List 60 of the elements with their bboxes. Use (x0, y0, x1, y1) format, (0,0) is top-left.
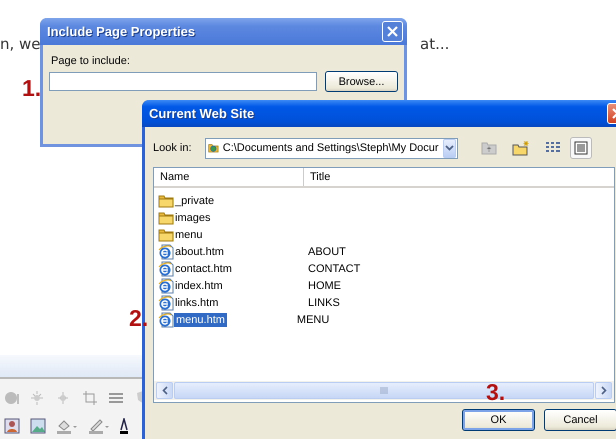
step-number: 3. (486, 379, 506, 406)
file-name[interactable]: about.htm (174, 246, 308, 258)
file-title: ABOUT (308, 246, 346, 258)
page-field[interactable] (49, 72, 317, 91)
file-name[interactable]: images (174, 212, 308, 224)
crop-icon (82, 390, 98, 406)
chevron-left-icon (162, 386, 168, 395)
web-page-icon (158, 260, 174, 276)
chevron-down-icon (444, 145, 454, 151)
fill-color-icon (56, 418, 78, 434)
horizontal-scrollbar[interactable] (154, 381, 614, 400)
column-header[interactable]: Name (154, 168, 304, 186)
grip-icon (380, 387, 388, 394)
file-title: LINKS (308, 296, 340, 308)
scroll-right-button[interactable] (595, 382, 612, 399)
scroll-left-button[interactable] (156, 382, 173, 399)
close-icon (387, 26, 398, 37)
close-button[interactable] (382, 21, 403, 42)
line-style-icon (108, 390, 124, 406)
up-folder-icon (481, 141, 497, 155)
person-picture-icon (4, 418, 20, 434)
picture-icon (30, 418, 46, 434)
web-page-icon (158, 312, 174, 328)
line-color-icon (88, 418, 110, 434)
file-title: HOME (308, 280, 341, 292)
window-title: Current Web Site (149, 106, 254, 121)
web-page-icon (158, 294, 174, 310)
window-title: Include Page Properties (47, 24, 196, 39)
document-text: at... (420, 35, 450, 53)
file-name[interactable]: menu.htm (174, 312, 227, 326)
chevron-right-icon (600, 386, 606, 395)
file-name[interactable]: index.htm (174, 280, 308, 292)
browse-button[interactable]: Browse... (325, 71, 398, 92)
web-page-icon (158, 278, 174, 294)
scroll-thumb[interactable] (174, 382, 594, 399)
file-name[interactable]: _private (174, 194, 308, 206)
file-title: MENU (296, 314, 330, 326)
font-color-icon (120, 418, 128, 434)
look-in-label: Look in: (153, 142, 193, 154)
cancel-button[interactable]: Cancel (544, 409, 616, 431)
file-name[interactable]: links.htm (174, 296, 308, 308)
column-header[interactable]: Title (304, 168, 614, 186)
file-name[interactable]: menu (174, 228, 308, 240)
folder-icon (158, 226, 174, 242)
details-view-icon (574, 141, 588, 155)
step-number: 1. (22, 75, 42, 102)
shading-icon (4, 390, 20, 406)
file-title: CONTACT (308, 262, 360, 274)
look-in-dropdown[interactable]: C:\Documents and Settings\Steph\My Docur (205, 138, 458, 158)
folder-icon (158, 210, 174, 226)
web-page-icon (158, 244, 174, 260)
dropdown-arrow-button[interactable] (442, 138, 456, 158)
brightness-up-icon (30, 390, 46, 406)
new-folder-icon (512, 140, 530, 156)
document-text: n, we (0, 35, 41, 53)
ok-button[interactable]: OK (462, 409, 535, 431)
details-view-button[interactable] (570, 137, 592, 159)
field-label: Page to include: (51, 55, 131, 67)
folder-icon (158, 192, 174, 208)
file-name[interactable]: contact.htm (174, 262, 308, 274)
